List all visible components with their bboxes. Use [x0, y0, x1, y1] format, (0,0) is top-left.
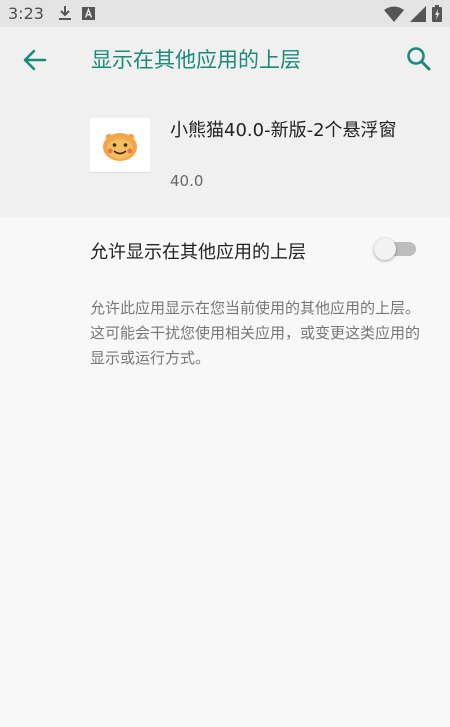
status-time: 3:23 [8, 4, 44, 23]
battery-icon [432, 5, 442, 22]
allow-overlay-switch[interactable] [374, 238, 418, 260]
allow-overlay-setting-row[interactable]: 允许显示在其他应用的上层 [0, 218, 450, 280]
switch-thumb [374, 238, 396, 260]
wifi-icon [384, 6, 404, 22]
allow-overlay-label: 允许显示在其他应用的上层 [90, 242, 306, 263]
app-header: 小熊猫40.0-新版-2个悬浮窗 40.0 [0, 91, 450, 218]
page-title: 显示在其他应用的上层 [91, 48, 301, 72]
a-notification-icon [82, 6, 95, 20]
app-bar: 显示在其他应用的上层 [0, 27, 450, 91]
status-bar: 3:23 [0, 0, 450, 27]
back-button[interactable] [20, 45, 50, 75]
smiley-bear-app-icon [103, 133, 137, 161]
download-icon [59, 6, 71, 20]
setting-description: 允许此应用显示在您当前使用的其他应用的上层。这可能会干扰您使用相关应用，或变更这… [90, 299, 421, 367]
app-icon [90, 118, 150, 173]
app-name: 小熊猫40.0-新版-2个悬浮窗 [170, 120, 397, 141]
status-right-icons [384, 5, 442, 22]
search-icon [407, 47, 431, 71]
arrow-left-icon [23, 49, 47, 71]
app-version: 40.0 [170, 172, 204, 190]
cell-signal-icon [410, 5, 426, 22]
search-button[interactable] [404, 44, 434, 74]
status-left-icons [58, 5, 95, 21]
